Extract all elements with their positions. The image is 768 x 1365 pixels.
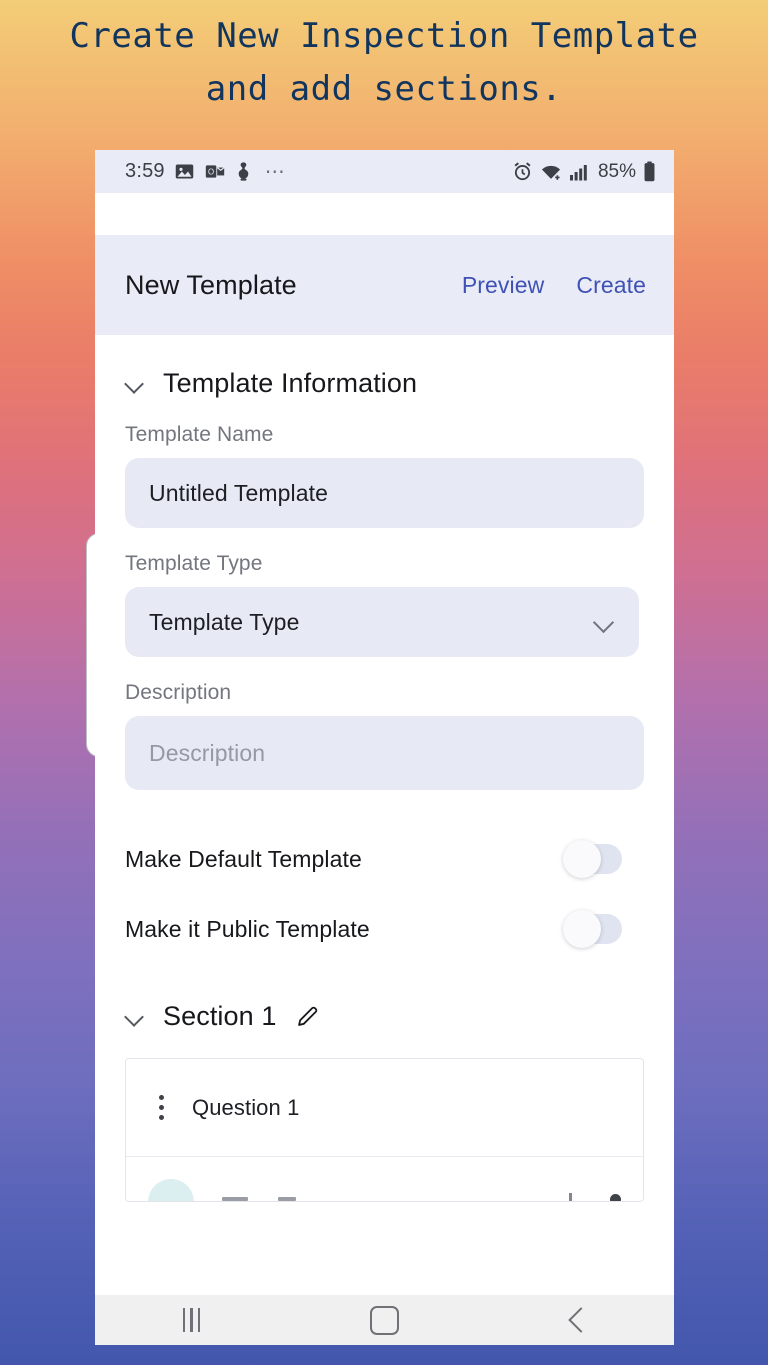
question-detail-row-clipped[interactable] <box>126 1157 643 1201</box>
template-information-header[interactable]: Template Information <box>125 335 644 399</box>
chevron-down-icon[interactable] <box>593 611 615 633</box>
form-content[interactable]: Template Information Template Name Untit… <box>95 335 674 1295</box>
image-icon <box>174 161 195 182</box>
nav-back-button[interactable] <box>533 1295 623 1345</box>
template-name-label: Template Name <box>125 423 274 446</box>
drag-handle-icon[interactable] <box>148 1095 174 1120</box>
make-default-template-label: Make Default Template <box>125 845 362 872</box>
answer-type-icon <box>148 1179 194 1201</box>
template-type-label: Template Type <box>125 552 263 575</box>
make-default-template-toggle[interactable] <box>563 840 622 878</box>
status-overflow-icon: ⋯ <box>264 161 287 183</box>
back-icon <box>567 1307 594 1333</box>
android-nav-bar <box>95 1295 674 1345</box>
status-gap <box>95 193 674 235</box>
make-default-template-row[interactable]: Make Default Template <box>125 840 644 878</box>
make-public-template-row[interactable]: Make it Public Template <box>125 910 644 948</box>
phone-screen: 3:59 O ⋯ 85% New Template Preview Create… <box>95 150 674 1345</box>
outlook-icon: O <box>204 161 226 182</box>
page-title: New Template <box>125 269 297 300</box>
chevron-down-icon[interactable] <box>125 1006 147 1028</box>
row-actions-clipped[interactable] <box>569 1193 621 1201</box>
template-type-select[interactable]: Template Type <box>125 587 639 657</box>
status-bar-left: 3:59 O ⋯ <box>125 159 512 184</box>
create-button[interactable]: Create <box>576 272 646 299</box>
section-1-title: Section 1 <box>163 1001 277 1031</box>
nav-home-button[interactable] <box>340 1295 430 1345</box>
nav-recents-button[interactable] <box>147 1295 237 1345</box>
question-row[interactable]: Question 1 <box>126 1059 643 1157</box>
make-public-template-label: Make it Public Template <box>125 915 370 942</box>
wifi-icon <box>540 162 562 182</box>
svg-text:O: O <box>208 168 214 177</box>
question-1-label: Question 1 <box>192 1094 300 1120</box>
question-card: Question 1 <box>125 1058 644 1202</box>
description-input[interactable]: Description <box>125 716 644 790</box>
battery-icon <box>643 161 656 182</box>
make-public-template-toggle[interactable] <box>563 910 622 948</box>
alarm-icon <box>512 161 533 182</box>
answer-placeholder-text <box>222 1197 296 1201</box>
cellular-signal-icon <box>569 162 589 182</box>
recents-icon <box>182 1308 201 1332</box>
status-bar: 3:59 O ⋯ 85% <box>95 150 674 193</box>
status-bar-right: 85% <box>512 161 656 183</box>
section-1-header[interactable]: Section 1 <box>125 944 644 1032</box>
template-name-input[interactable]: Untitled Template <box>125 458 644 528</box>
pencil-icon[interactable] <box>294 1003 321 1030</box>
template-type-value: Template Type <box>149 608 300 635</box>
chevron-down-icon[interactable] <box>125 373 147 395</box>
template-information-title: Template Information <box>163 368 418 398</box>
home-icon <box>370 1305 399 1335</box>
status-clock: 3:59 <box>125 160 165 182</box>
app-icon <box>235 161 252 182</box>
battery-percent: 85% <box>597 160 636 182</box>
description-label: Description <box>125 681 232 704</box>
preview-button[interactable]: Preview <box>462 272 545 299</box>
app-bar: New Template Preview Create <box>95 235 674 335</box>
poster-background: Create New Inspection Template and add s… <box>0 0 768 1365</box>
caption-text: Create New Inspection Template and add s… <box>69 16 699 109</box>
